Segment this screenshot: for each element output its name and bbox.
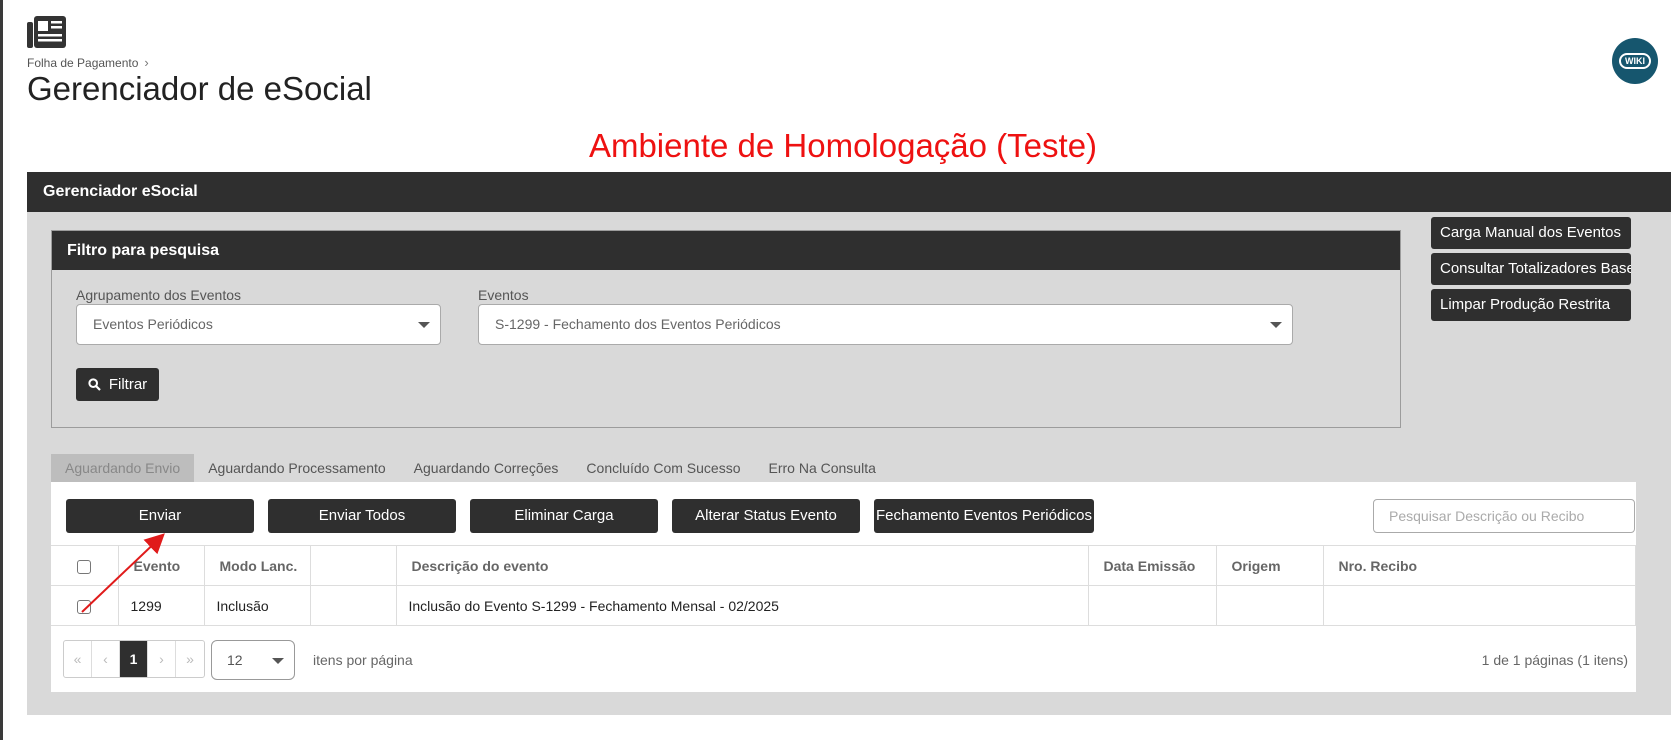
column-header-modo: Modo Lanc. [204,545,311,586]
table-header-row: Evento Modo Lanc. Descrição do evento Da… [51,545,1636,586]
window-left-border [0,0,3,740]
search-input[interactable] [1373,499,1635,533]
column-header-origem: Origem [1216,545,1324,586]
cell-blank [310,585,397,626]
current-page-button[interactable]: 1 [120,641,148,677]
first-page-button[interactable]: « [64,641,92,677]
wiki-label: WIKI [1619,53,1651,69]
cell-evento: 1299 [118,585,205,626]
column-header-recibo: Nro. Recibo [1323,545,1636,586]
cell-modo: Inclusão [204,585,311,626]
change-status-button[interactable]: Alterar Status Evento [672,499,860,533]
tab-erro-consulta[interactable]: Erro Na Consulta [755,454,890,482]
cell-data [1088,585,1217,626]
chevron-down-icon [272,658,284,664]
column-header-evento: Evento [118,545,205,586]
breadcrumb: Folha de Pagamento › [27,55,149,70]
group-label: Agrupamento dos Eventos [76,287,241,303]
page-title: Gerenciador de eSocial [27,70,372,107]
environment-banner: Ambiente de Homologação (Teste) [588,127,1098,164]
row-select-cell [51,585,119,626]
close-periodic-events-button[interactable]: Fechamento Eventos Periódicos [874,499,1094,533]
per-page-select[interactable]: 12 [211,640,295,680]
cell-recibo [1323,585,1636,626]
filter-button-label: Filtrar [108,376,148,393]
row-checkbox[interactable] [77,599,92,614]
group-select[interactable]: Eventos Periódicos [76,304,441,345]
tab-content: Enviar Enviar Todos Eliminar Carga Alter… [51,482,1636,692]
last-page-button[interactable]: » [176,641,204,677]
filter-title: Filtro para pesquisa [52,231,1400,270]
events-select-value: S-1299 - Fechamento dos Eventos Periódic… [495,316,781,332]
filter-button[interactable]: Filtrar [76,368,159,401]
column-header-data: Data Emissão [1088,545,1217,586]
events-table: Evento Modo Lanc. Descrição do evento Da… [51,545,1636,626]
events-label: Eventos [478,287,529,303]
breadcrumb-parent[interactable]: Folha de Pagamento [27,56,138,70]
delete-load-button[interactable]: Eliminar Carga [470,499,658,533]
select-all-checkbox[interactable] [77,559,92,574]
column-header-descricao: Descrição do evento [396,545,1089,586]
send-all-button[interactable]: Enviar Todos [268,499,456,533]
per-page-label: itens por página [313,652,413,668]
panel-title: Gerenciador eSocial [27,172,1671,212]
cell-origem [1216,585,1324,626]
status-tabs: Aguardando Envio Aguardando Processament… [51,454,890,482]
tab-aguardando-envio[interactable]: Aguardando Envio [51,454,195,482]
chevron-down-icon [418,322,430,328]
tab-aguardando-processamento[interactable]: Aguardando Processamento [194,454,399,482]
search-icon [88,378,101,391]
manual-load-button[interactable]: Carga Manual dos Eventos [1431,217,1631,249]
cell-descricao: Inclusão do Evento S-1299 - Fechamento M… [396,585,1089,626]
per-page-value: 12 [227,652,243,668]
tab-concluido[interactable]: Concluído Com Sucesso [572,454,754,482]
chevron-right-icon: › [144,55,149,70]
newspaper-icon [27,16,67,50]
esocial-panel: Gerenciador eSocial Filtro para pesquisa… [27,172,1671,715]
page-info: 1 de 1 páginas (1 itens) [1481,652,1628,668]
prev-page-button[interactable]: ‹ [92,641,120,677]
pagination: « ‹ 1 › » [63,640,205,678]
group-select-value: Eventos Periódicos [93,316,213,332]
send-button[interactable]: Enviar [66,499,254,533]
chevron-down-icon [1270,322,1282,328]
select-all-cell [51,545,119,586]
table-row[interactable]: 1299 Inclusão Inclusão do Evento S-1299 … [51,585,1636,626]
wiki-button[interactable]: WIKI [1612,38,1658,84]
column-header-blank [310,545,397,586]
query-totals-button[interactable]: Consultar Totalizadores Base [1431,253,1631,285]
events-select[interactable]: S-1299 - Fechamento dos Eventos Periódic… [478,304,1293,345]
filter-box: Filtro para pesquisa Agrupamento dos Eve… [51,230,1401,428]
tab-aguardando-correcoes[interactable]: Aguardando Correções [400,454,573,482]
next-page-button[interactable]: › [148,641,176,677]
clear-restricted-button[interactable]: Limpar Produção Restrita [1431,289,1631,321]
